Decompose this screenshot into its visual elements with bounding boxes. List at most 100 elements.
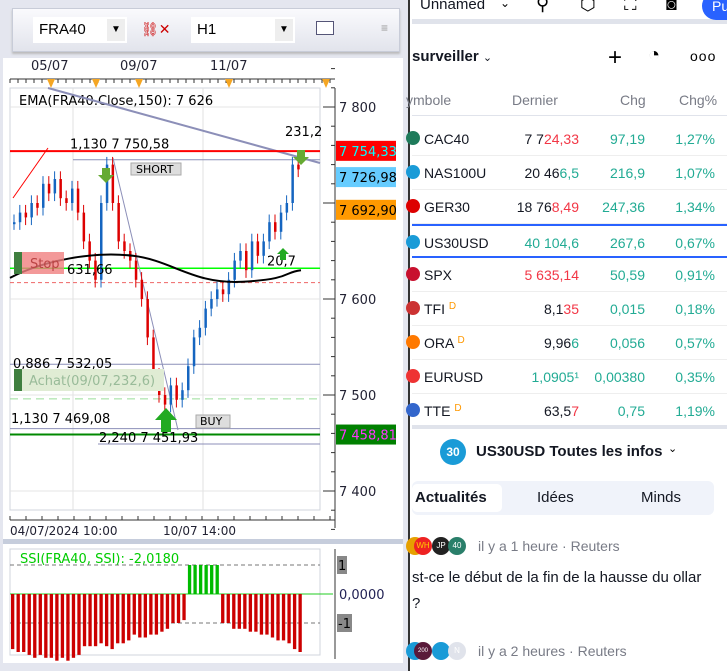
- candle: [169, 385, 173, 405]
- fib-label: 1,130 7 469,08: [11, 412, 110, 427]
- chart-window: FRA40 ▼ ⛓✕ H1 ▼ ≡ 7 800 7 600 7 500 7 400 EMA(…: [0, 0, 410, 671]
- last-price-suffix: 5 635,14: [524, 267, 580, 283]
- candle: [181, 390, 184, 400]
- ssi-bar: [55, 594, 59, 661]
- top-bar: Unnamed ⌄ ⚲ ⬡ ⛶ ◙ Pu: [412, 0, 727, 24]
- watchlist-row[interactable]: CAC40 7 724,33 97,19 1,27%: [406, 122, 727, 156]
- watchlist-row[interactable]: US30USD 40 104,6 267,6 0,67%: [406, 224, 727, 258]
- time-label: 10/07 14:00: [163, 524, 236, 538]
- delayed-badge: D: [448, 301, 457, 312]
- stop-label: Stop: [30, 257, 60, 272]
- fib-label: 1,130 7 750,58: [70, 137, 169, 152]
- col-chgpct[interactable]: Chg%: [679, 92, 717, 108]
- ssi-tick: 0,0000: [339, 588, 385, 603]
- symbol-name: US30USD: [424, 235, 489, 251]
- ssi-bar: [265, 594, 269, 635]
- delayed-badge: D: [454, 403, 462, 414]
- last-price: 1,0905¹: [532, 369, 579, 385]
- ssi-bar: [187, 565, 192, 594]
- col-symbol[interactable]: ymbole: [406, 92, 451, 108]
- timeframe-select[interactable]: H1 ▼: [191, 17, 295, 43]
- price-tick: 7 400: [339, 485, 376, 500]
- ssi-bar: [27, 594, 31, 655]
- ssi-bar: [193, 565, 197, 594]
- ssi-bar: [221, 594, 225, 623]
- candle: [198, 327, 202, 338]
- col-last[interactable]: Dernier: [512, 92, 558, 108]
- fullscreen-icon[interactable]: ⛶: [624, 0, 637, 15]
- col-chg[interactable]: Chg: [620, 92, 646, 108]
- watchlist-row[interactable]: TFI D 8,135 0,015 0,18%: [406, 292, 727, 326]
- watchlist-row[interactable]: NAS100U 20 466,5 216,9 1,07%: [406, 156, 727, 190]
- chevron-down-icon[interactable]: ▼: [275, 19, 293, 41]
- candle: [192, 337, 196, 367]
- change-pct: 0,91%: [675, 267, 715, 283]
- watchlist-title[interactable]: surveiller ⌄: [412, 48, 492, 65]
- change: 0,00380: [594, 369, 645, 385]
- more-icon[interactable]: ooo: [690, 48, 716, 64]
- last-price-suffix: 6,5: [559, 165, 579, 181]
- alert-search-icon[interactable]: ⚲: [536, 0, 549, 15]
- last-price-prefix: 63,5: [543, 403, 572, 419]
- candle: [285, 203, 289, 213]
- ssi-bar: [93, 594, 98, 647]
- change: 0,75: [617, 403, 645, 419]
- tab-minds[interactable]: Minds: [641, 489, 681, 506]
- price-tick: 7 600: [339, 293, 376, 308]
- watchlist-row[interactable]: GER30 18 768,49 247,36 1,34%: [406, 190, 727, 224]
- change-pct: 1,19%: [675, 403, 715, 419]
- avatar: N: [448, 642, 466, 660]
- last-price-suffix: 40 104,6: [524, 235, 580, 251]
- ssi-bar: [60, 594, 65, 658]
- ssi-bar: [276, 594, 280, 641]
- ssi-bar: [237, 594, 241, 629]
- avatar: WH: [414, 537, 432, 555]
- camera-icon[interactable]: ◙: [666, 0, 677, 15]
- tab-news[interactable]: Actualités: [415, 489, 487, 506]
- last-price-prefix: 18 76: [516, 199, 552, 215]
- symbol-logo-icon: [406, 267, 420, 281]
- watchlist-row[interactable]: EURUSD 1,0905¹ 0,00380 0,35%: [406, 360, 727, 394]
- watchlist-row[interactable]: TTE D 63,57 0,75 1,19%: [406, 394, 727, 428]
- chevron-down-icon[interactable]: ⌄: [668, 442, 677, 455]
- chart-type-icon[interactable]: [316, 21, 334, 35]
- candle: [262, 241, 265, 256]
- divider: [412, 115, 727, 116]
- change-pct: 0,57%: [675, 335, 715, 351]
- ssi-bar: [127, 594, 131, 641]
- price-chart[interactable]: 7 800 7 600 7 500 7 400 EMA(FRA40.Close,150)…: [0, 58, 403, 663]
- symbol-logo-icon: [406, 165, 420, 179]
- change: 0,015: [609, 301, 645, 317]
- chart-svg[interactable]: 7 8007 6007 5007 400EMA(FRA40.Close,150)…: [0, 58, 403, 663]
- publish-button[interactable]: Pu: [702, 0, 727, 20]
- pie-chart-icon[interactable]: ◔: [648, 44, 660, 67]
- chevron-down-icon[interactable]: ⌄: [500, 0, 510, 10]
- price-label: 7 692,90: [339, 204, 397, 219]
- link-broken-icon[interactable]: ⛓✕: [141, 21, 171, 38]
- ssi-bar: [38, 594, 42, 655]
- symbol-select[interactable]: FRA40 ▼: [33, 17, 127, 43]
- chevron-down-icon[interactable]: ▼: [107, 19, 125, 41]
- ssi-bar: [143, 594, 147, 638]
- buy-label: BUY: [200, 415, 223, 428]
- watchlist-row[interactable]: SPX 5 635,14 50,59 0,91%: [406, 258, 727, 292]
- layout-name[interactable]: Unnamed: [420, 0, 485, 13]
- symbol-name: TTE D: [424, 403, 462, 419]
- watchlist-row[interactable]: ORA D 9,966 0,056 0,57%: [406, 326, 727, 360]
- ssi-bar: [154, 594, 159, 635]
- news-headline[interactable]: st-ce le début de la fin de la hausse du…: [412, 565, 702, 617]
- price-label: 7 726,98: [339, 171, 397, 186]
- price-label: 7 754,33: [339, 145, 397, 160]
- menu-icon[interactable]: ≡: [381, 21, 388, 35]
- ssi-bar: [160, 594, 164, 632]
- add-symbol-icon[interactable]: +: [608, 44, 622, 72]
- last-price-suffix: 7: [571, 403, 579, 419]
- ssi-bar: [281, 594, 286, 641]
- tab-ideas[interactable]: Idées: [537, 489, 574, 506]
- news-title[interactable]: US30USD Toutes les infos: [476, 443, 662, 460]
- achat-label: Achat(09/07,232,6): [29, 374, 155, 389]
- ssi-bar: [259, 594, 264, 635]
- change: 0,056: [609, 335, 645, 351]
- settings-icon[interactable]: ⬡: [580, 0, 596, 15]
- ssi-label: SSI(FRA40, SSI): -2,0180: [20, 552, 179, 567]
